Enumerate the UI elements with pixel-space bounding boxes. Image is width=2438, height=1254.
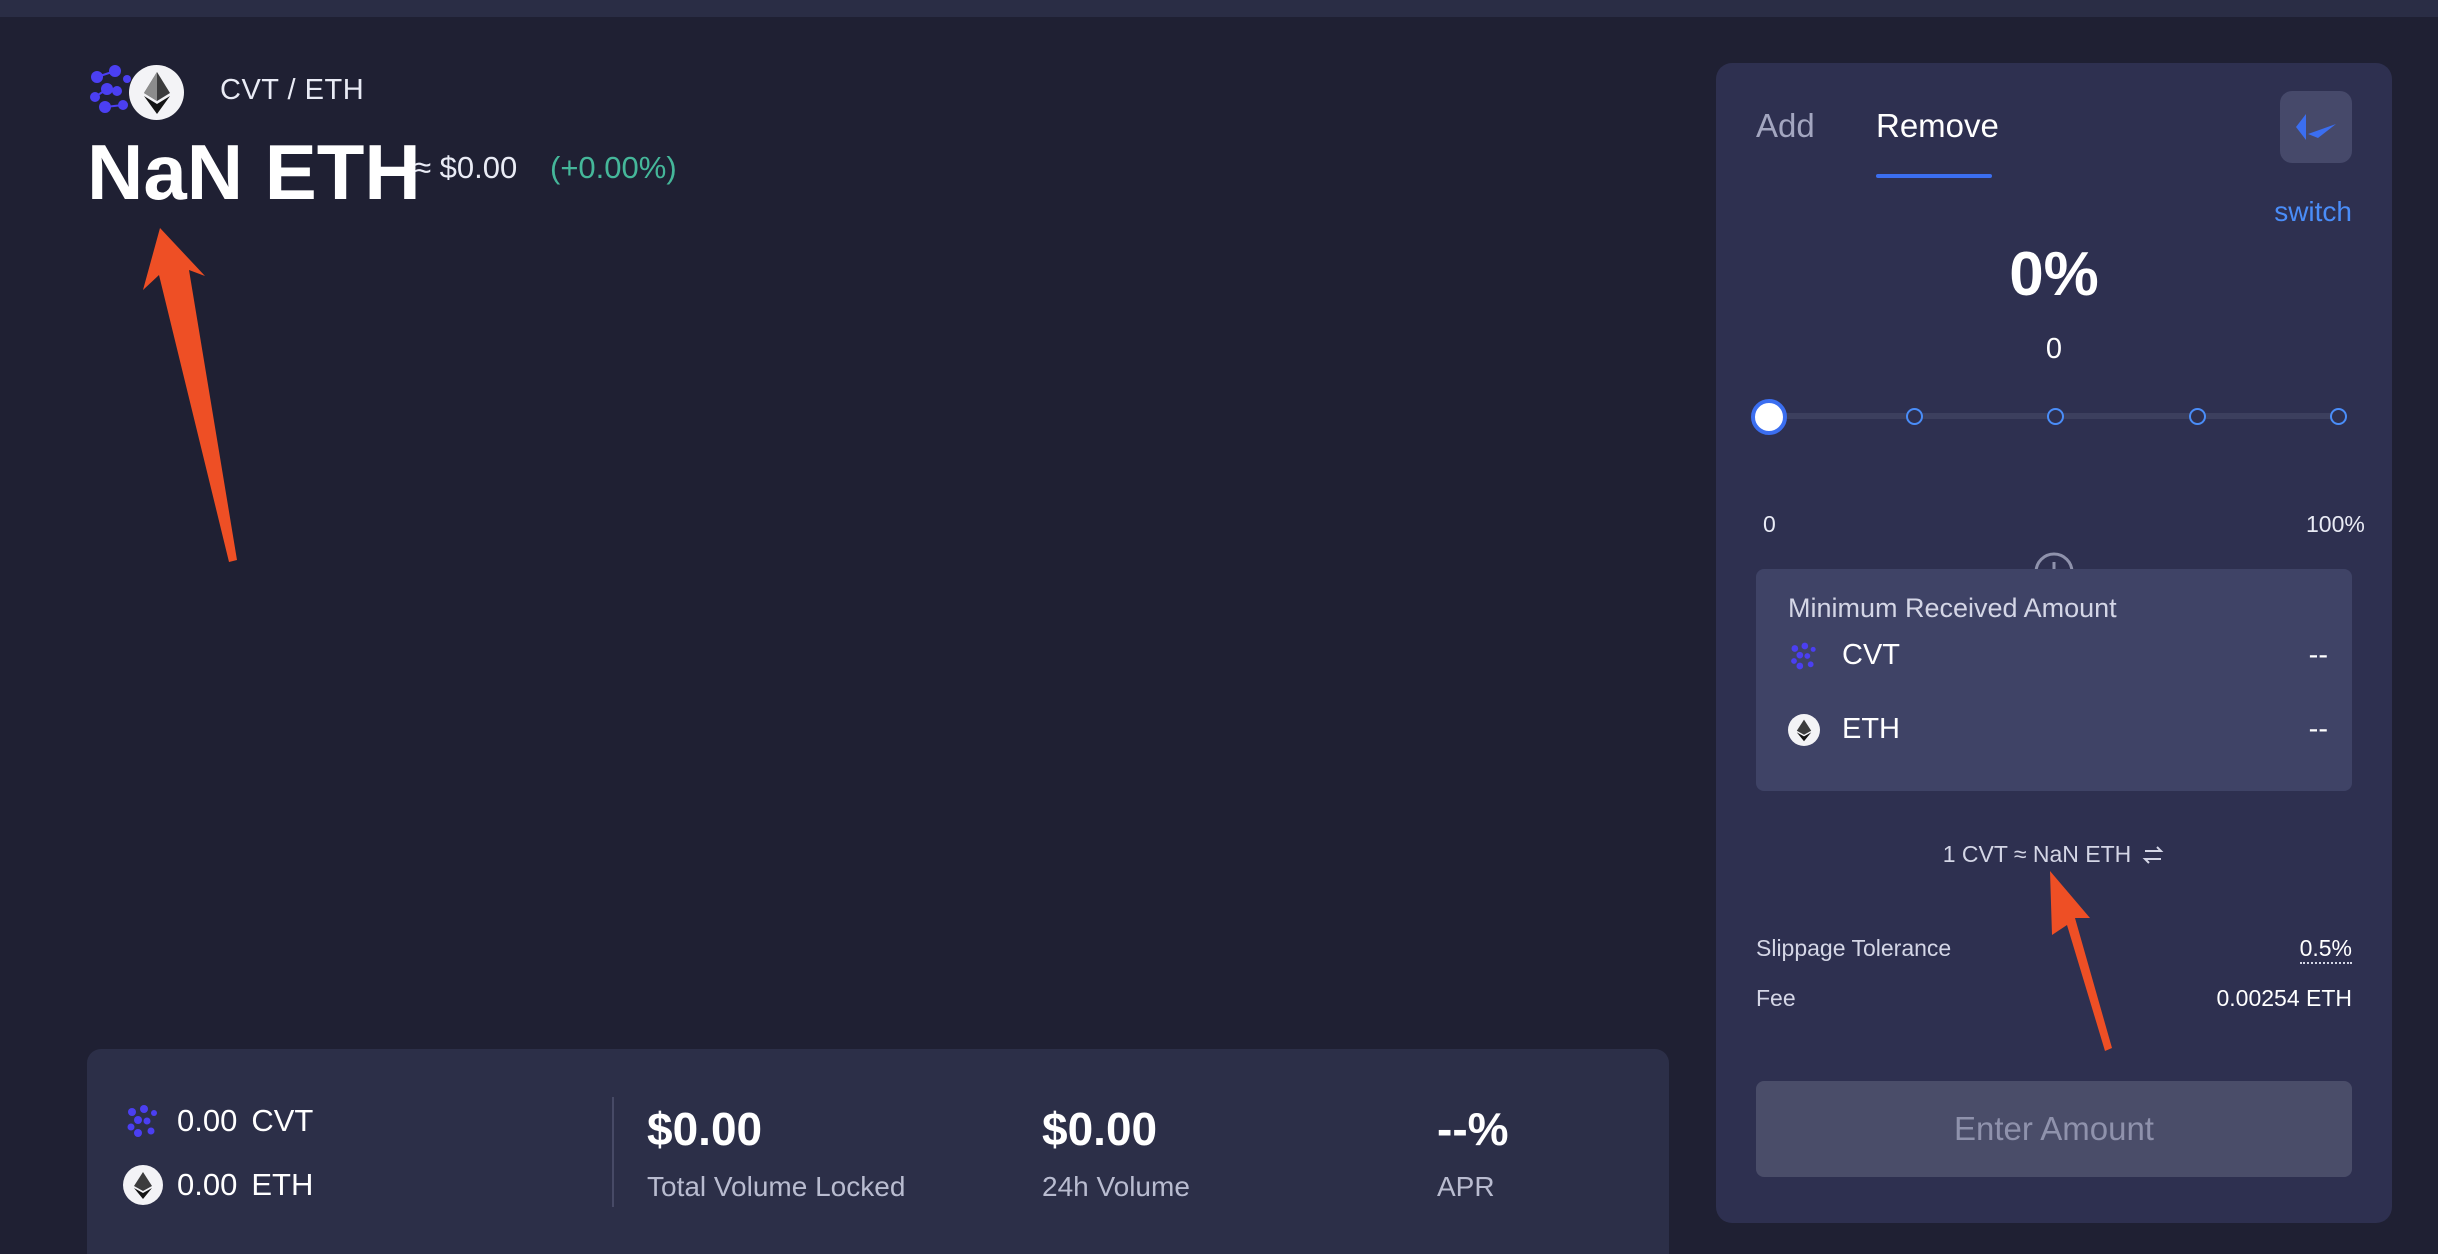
annotation-arrow-rate [2050, 871, 2112, 1051]
